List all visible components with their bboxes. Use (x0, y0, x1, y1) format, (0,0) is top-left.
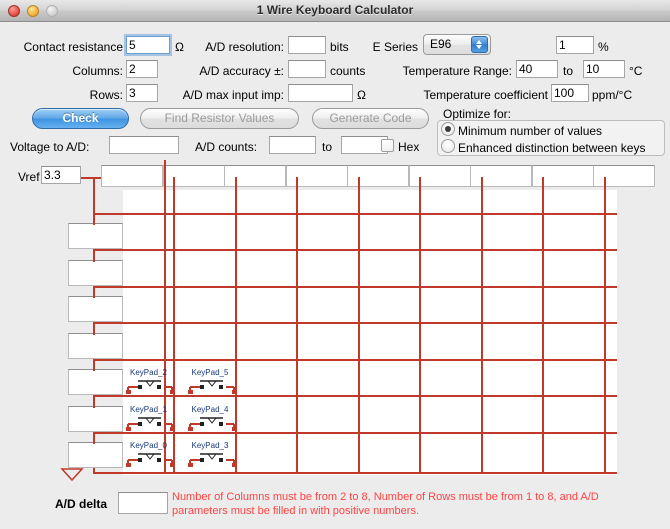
left-resistor-box[interactable] (68, 369, 123, 395)
keypad-label: KeyPad_3 (191, 441, 229, 450)
ad-counts-from-input[interactable] (269, 136, 316, 154)
ad-counts-label: A/D counts: (195, 140, 258, 154)
left-resistor-box[interactable] (68, 223, 123, 249)
vref-input[interactable]: 3.3 (41, 166, 81, 184)
wire-column (542, 177, 544, 474)
left-resistor-box[interactable] (68, 296, 123, 322)
wire-column (419, 177, 421, 474)
e-series-select[interactable]: E96 (423, 34, 491, 55)
keypad-label: KeyPad_4 (191, 404, 229, 414)
hex-checkbox[interactable] (381, 139, 394, 152)
wire-vref-feed (81, 177, 101, 179)
ad-delta-input[interactable] (118, 492, 168, 514)
wire-row (93, 249, 617, 251)
wire-row (93, 358, 617, 361)
keypad-switch-icon[interactable] (126, 378, 176, 396)
top-resistor-box[interactable] (593, 165, 655, 187)
ad-max-input-imp-label: A/D max input imp: (182, 88, 284, 102)
ground-symbol-icon (60, 468, 84, 482)
temperature-range-from-input[interactable]: 40 (516, 60, 558, 78)
check-button[interactable]: Check (32, 108, 129, 129)
e-series-value: E96 (430, 37, 452, 51)
voltage-to-ad-input[interactable] (109, 136, 179, 154)
ad-resolution-input[interactable] (288, 36, 326, 54)
app-window: 1 Wire Keyboard Calculator Contact resis… (0, 0, 670, 529)
keypad-label: KeyPad_2 (130, 368, 167, 377)
find-resistor-values-button[interactable]: Find Resistor Values (140, 108, 299, 129)
top-resistor-box[interactable] (408, 165, 471, 187)
optimize-option-1-label: Enhanced distinction between keys (458, 141, 646, 155)
keypad-switch-icon[interactable] (187, 415, 238, 433)
top-resistor-box[interactable] (531, 165, 594, 187)
left-resistor-box[interactable] (68, 332, 123, 359)
ad-resolution-label: A/D resolution: (205, 40, 284, 54)
keypad-switch-icon[interactable] (126, 451, 176, 469)
wire-column (357, 177, 360, 474)
left-resistor-box[interactable] (68, 405, 123, 432)
e-series-label: E Series (372, 40, 418, 54)
ad-counts-to-label: to (322, 140, 333, 154)
keypad-switch-icon[interactable] (187, 378, 238, 396)
rows-label: Rows: (89, 88, 123, 102)
left-resistor-box[interactable] (68, 442, 123, 468)
ad-max-input-imp-input[interactable] (288, 84, 353, 102)
keypad-switch-icon[interactable] (187, 451, 238, 469)
top-resistor-box[interactable] (285, 165, 348, 187)
optimize-radio-enhanced-distinction[interactable] (441, 139, 455, 153)
temperature-range-to-input[interactable]: 10 (583, 60, 625, 78)
wire-chain-head (93, 177, 95, 223)
ad-accuracy-label: A/D accuracy ±: (199, 64, 284, 78)
hex-label: Hex (398, 140, 420, 154)
wire-row (93, 212, 617, 215)
top-resistor-box[interactable] (347, 165, 409, 187)
temperature-range-unit: °C (629, 64, 643, 78)
chevron-updown-icon (471, 36, 488, 53)
temperature-coefficient-unit: ppm/°C (592, 88, 633, 102)
temperature-range-label: Temperature Range: (402, 64, 512, 78)
temperature-coefficient-label: Temperature coefficient (423, 88, 548, 102)
tolerance-unit: % (598, 40, 609, 54)
vref-label: Vref (18, 170, 40, 184)
top-resistor-box[interactable] (470, 165, 532, 187)
top-resistor-box[interactable] (162, 165, 225, 187)
contact-resistance-label: Contact resistance (23, 40, 123, 54)
tolerance-input[interactable]: 1 (556, 36, 594, 54)
wire-row (93, 322, 617, 324)
keypad-label: KeyPad_1 (130, 404, 167, 414)
columns-label: Columns: (72, 64, 123, 78)
wire-column (296, 177, 298, 474)
error-message: Number of Columns must be from 2 to 8, N… (172, 491, 599, 517)
wire-row (93, 285, 617, 288)
rows-input[interactable]: 3 (126, 84, 158, 102)
keypad-switch-icon[interactable] (126, 415, 176, 433)
temperature-coefficient-input[interactable]: 100 (551, 84, 589, 102)
keypad-label: KeyPad_5 (191, 368, 229, 377)
top-resistor-box[interactable] (101, 165, 163, 187)
top-resistor-box[interactable] (224, 165, 286, 187)
generate-code-button[interactable]: Generate Code (312, 108, 429, 129)
ad-accuracy-input[interactable] (288, 60, 326, 78)
wire-row-bottom (93, 472, 617, 474)
wire-column (480, 177, 483, 474)
voltage-to-ad-label: Voltage to A/D: (10, 140, 90, 154)
left-resistor-box[interactable] (68, 259, 123, 286)
ad-resolution-unit: bits (330, 40, 349, 54)
ad-delta-label: A/D delta (55, 497, 108, 511)
optimize-radio-minimum-values[interactable] (441, 122, 455, 136)
optimize-option-0-label: Minimum number of values (458, 124, 603, 138)
optimize-for-title: Optimize for: (443, 107, 512, 121)
window-title: 1 Wire Keyboard Calculator (256, 3, 414, 17)
title-bar: 1 Wire Keyboard Calculator (0, 0, 670, 22)
keypad-label: KeyPad_0 (130, 441, 167, 450)
wire-column (603, 177, 606, 474)
temperature-range-to-label: to (563, 64, 574, 78)
columns-input[interactable]: 2 (126, 60, 158, 78)
